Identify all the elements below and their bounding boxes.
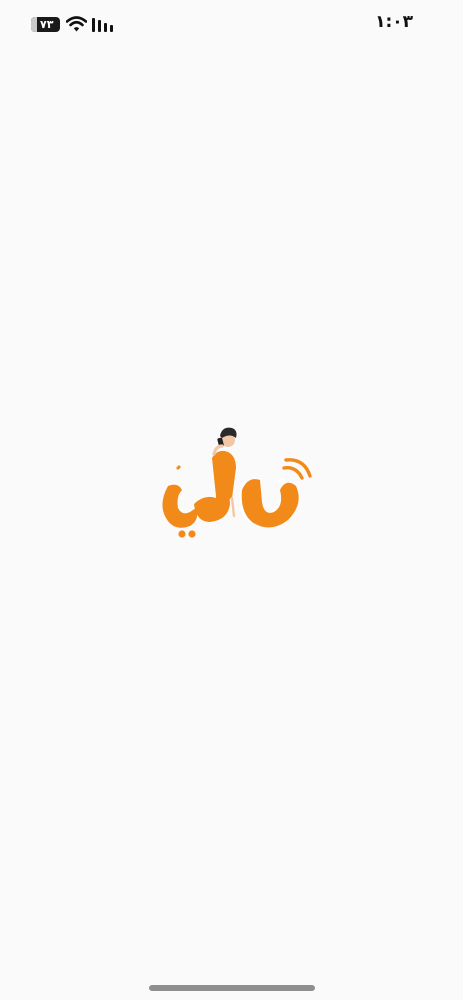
battery-empty-segment (31, 17, 37, 32)
status-time: ١:٠٣ (375, 12, 413, 32)
ringly-logo-icon (162, 427, 312, 538)
battery-icon: ٧٣ (31, 17, 60, 32)
home-indicator[interactable] (149, 985, 315, 991)
splash-screen: ٧٣ ١:٠٣ (0, 0, 463, 1000)
status-bar: ٧٣ ١:٠٣ (0, 0, 463, 52)
battery-level: ٧٣ (40, 18, 54, 31)
wifi-icon (66, 16, 87, 32)
cellular-signal-icon (92, 18, 113, 32)
